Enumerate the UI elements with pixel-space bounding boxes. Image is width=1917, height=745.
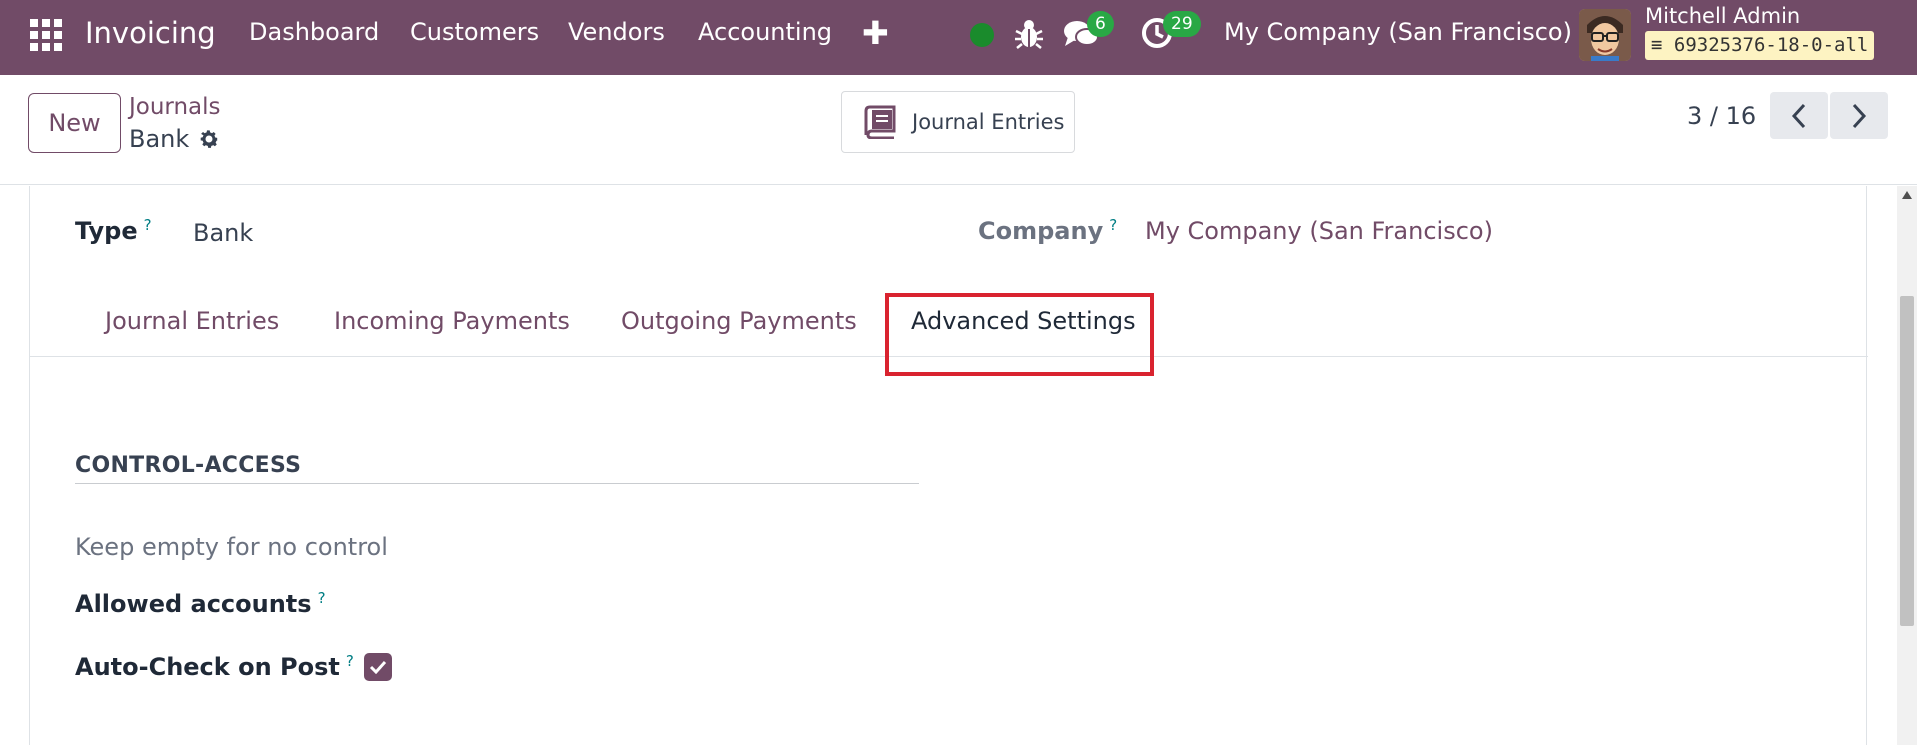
allowed-accounts-label: Allowed accounts? [75,589,326,618]
bug-icon[interactable] [1014,16,1044,52]
scroll-up-arrow-icon[interactable] [1901,190,1913,200]
database-badge: ≡ 69325376-18-0-all [1645,31,1875,60]
messages-count-badge: 6 [1087,11,1114,37]
tab-incoming-payments[interactable]: Incoming Payments [334,307,570,335]
journal-entries-smart-button[interactable]: Journal Entries [841,91,1075,153]
form-sheet: Type? Bank Company? My Company (San Fran… [29,186,1868,745]
type-help-icon[interactable]: ? [144,216,152,234]
control-panel: New Journals Bank Journal Entries 3 / 16 [0,75,1917,185]
company-value[interactable]: My Company (San Francisco) [1145,217,1493,245]
status-online-icon [970,23,994,47]
chevron-left-icon [1791,103,1806,128]
pager-previous-button[interactable] [1770,92,1828,139]
plus-icon[interactable]: ✚ [862,14,889,52]
auto-check-label: Auto-Check on Post? [75,652,354,681]
company-switcher[interactable]: My Company (San Francisco) [1224,18,1572,46]
section-divider [75,483,919,484]
tab-outgoing-payments[interactable]: Outgoing Payments [621,307,857,335]
activities-count-badge: 29 [1163,11,1201,37]
book-icon [864,105,896,139]
allowed-accounts-label-text: Allowed accounts [75,590,312,618]
control-hint: Keep empty for no control [75,533,388,561]
pager-value[interactable]: 3 / 16 [1687,102,1756,130]
database-icon: ≡ [1651,34,1663,56]
menu-accounting[interactable]: Accounting [698,18,832,46]
scrollbar-thumb[interactable] [1900,296,1914,626]
app-menu-grid-icon[interactable] [30,19,62,51]
type-label: Type? [75,216,152,245]
record-title-text: Bank [129,125,190,153]
pager-next-button[interactable] [1830,92,1888,139]
gear-icon[interactable] [197,127,221,151]
record-title: Bank [129,125,221,153]
menu-vendors[interactable]: Vendors [568,18,665,46]
auto-check-label-text: Auto-Check on Post [75,653,340,681]
tab-advanced-settings[interactable]: Advanced Settings [911,307,1136,335]
top-navbar: Invoicing Dashboard Customers Vendors Ac… [0,0,1917,75]
section-title: CONTROL-ACCESS [75,453,302,478]
type-label-text: Type [75,217,138,245]
menu-dashboard[interactable]: Dashboard [249,18,379,46]
user-name[interactable]: Mitchell Admin [1645,4,1800,28]
menu-customers[interactable]: Customers [410,18,539,46]
notebook-tabs: Journal Entries Incoming Payments Outgoi… [30,291,1868,357]
allowed-accounts-help-icon[interactable]: ? [318,589,326,607]
company-label-text: Company [978,217,1104,245]
company-label: Company? [978,216,1117,245]
smart-button-label: Journal Entries [912,110,1065,134]
app-name[interactable]: Invoicing [85,16,216,50]
type-value[interactable]: Bank [193,219,253,247]
database-name: 69325376-18-0-all [1673,34,1869,56]
auto-check-help-icon[interactable]: ? [346,652,354,670]
auto-check-checkbox[interactable] [364,653,392,681]
breadcrumb-journals[interactable]: Journals [129,94,221,120]
chevron-right-icon [1852,103,1867,128]
tab-journal-entries[interactable]: Journal Entries [105,307,279,335]
new-button[interactable]: New [28,93,121,153]
user-avatar[interactable] [1579,9,1631,61]
checkmark-icon [369,660,387,674]
company-help-icon[interactable]: ? [1109,216,1117,234]
